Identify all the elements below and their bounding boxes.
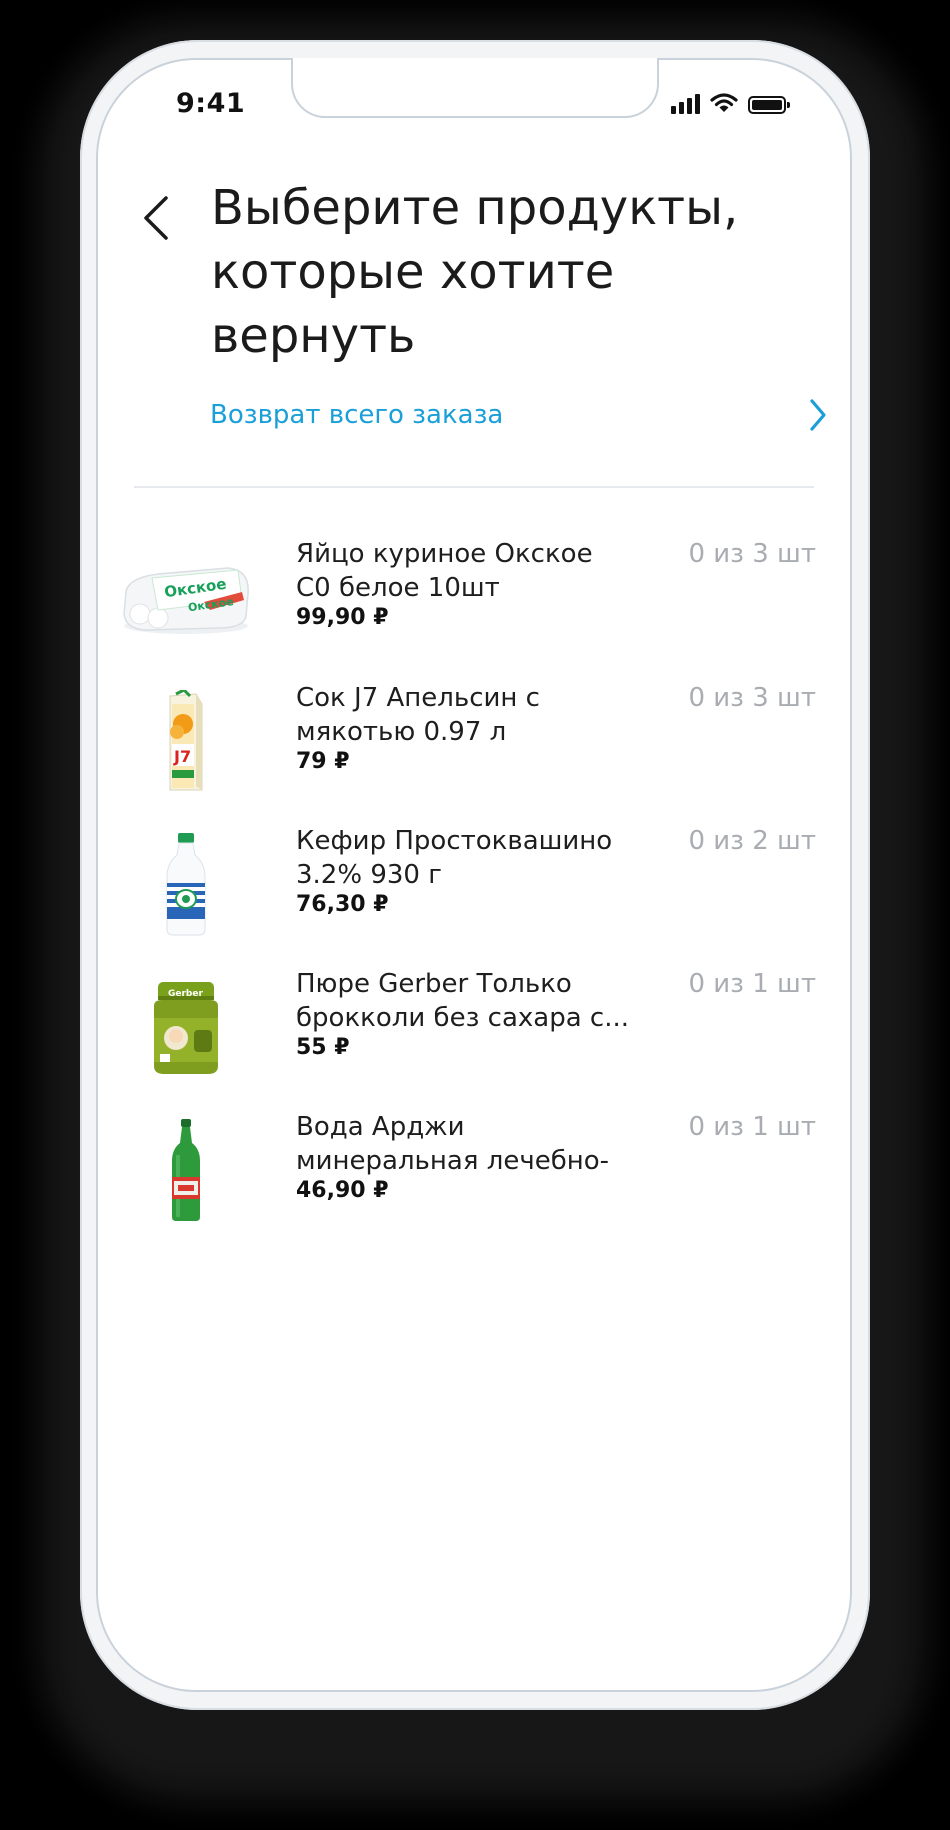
product-quantity: 0 из 1 шт [688, 969, 816, 999]
product-quantity: 0 из 1 шт [688, 1112, 816, 1142]
return-whole-order-label: Возврат всего заказа [210, 400, 504, 430]
product-item-kefir[interactable]: Кефир Простоквашино 3.2% 930 г 76,30 ₽ 0… [116, 826, 816, 960]
product-name: Яйцо куриное Окское С0 белое 10шт [296, 537, 666, 605]
product-name: Вода Арджи минеральная лечебно- [296, 1110, 666, 1178]
notch [291, 58, 659, 118]
product-name-line: брокколи без сахара с... [296, 1003, 629, 1033]
page-title-line: которые хотите [211, 244, 615, 300]
svg-text:J7: J7 [173, 747, 191, 766]
product-name: Пюре Gerber Только брокколи без сахара с… [296, 967, 666, 1035]
product-item-water[interactable]: Вода Арджи минеральная лечебно- 46,90 ₽ … [116, 1112, 816, 1246]
product-quantity: 0 из 3 шт [688, 683, 816, 713]
product-quantity: 0 из 3 шт [688, 539, 816, 569]
page-title-line: вернуть [211, 308, 416, 364]
product-name-line: Сок J7 Апельсин с [296, 683, 540, 713]
product-item-eggs[interactable]: Окское Окское Яйцо куриное Окское С0 бел… [116, 539, 816, 673]
product-price: 99,90 ₽ [296, 605, 389, 630]
return-whole-order-link[interactable]: Возврат всего заказа [210, 390, 830, 440]
page-title: Выберите продукты, которые хотите вернут… [211, 176, 811, 368]
product-name: Кефир Простоквашино 3.2% 930 г [296, 824, 666, 892]
cellular-signal-icon [671, 92, 700, 114]
product-name-line: Кефир Простоквашино [296, 826, 613, 856]
product-name-line: мякотью 0.97 л [296, 717, 507, 747]
back-button[interactable] [136, 184, 176, 248]
product-item-juice[interactable]: J7 Сок J7 Апельсин с мякотью 0.97 л 79 ₽… [116, 683, 816, 817]
svg-text:Gerber: Gerber [168, 989, 203, 999]
product-name-line: С0 белое 10шт [296, 573, 500, 603]
product-name-line: Яйцо куриное Окское [296, 539, 593, 569]
chevron-left-icon [144, 196, 168, 240]
product-name-line: Вода Арджи [296, 1112, 465, 1142]
product-price: 76,30 ₽ [296, 892, 389, 917]
battery-icon [748, 96, 790, 114]
product-name: Сок J7 Апельсин с мякотью 0.97 л [296, 681, 666, 749]
status-time: 9:41 [176, 88, 246, 119]
divider [134, 486, 814, 488]
product-quantity: 0 из 2 шт [688, 826, 816, 856]
product-image-puree: Gerber [116, 973, 256, 1083]
product-image-eggs: Окское Окское [116, 543, 256, 653]
product-image-water [116, 1116, 256, 1226]
product-item-puree[interactable]: Gerber Пюре Gerber Только брокколи без с… [116, 969, 816, 1103]
product-name-line: 3.2% 930 г [296, 860, 442, 890]
product-price: 46,90 ₽ [296, 1178, 389, 1203]
product-price: 55 ₽ [296, 1035, 350, 1060]
page-title-line: Выберите продукты, [211, 180, 739, 236]
chevron-right-icon [810, 399, 826, 431]
product-image-juice: J7 [116, 687, 256, 797]
product-image-kefir [116, 830, 256, 940]
product-name-line: минеральная лечебно- [296, 1146, 610, 1176]
product-price: 79 ₽ [296, 749, 350, 774]
status-icons [671, 92, 790, 114]
product-name-line: Пюре Gerber Только [296, 969, 572, 999]
wifi-icon [710, 93, 738, 112]
phone-screen: 9:41 Выберите продукты, которые хотите в… [96, 58, 852, 1692]
